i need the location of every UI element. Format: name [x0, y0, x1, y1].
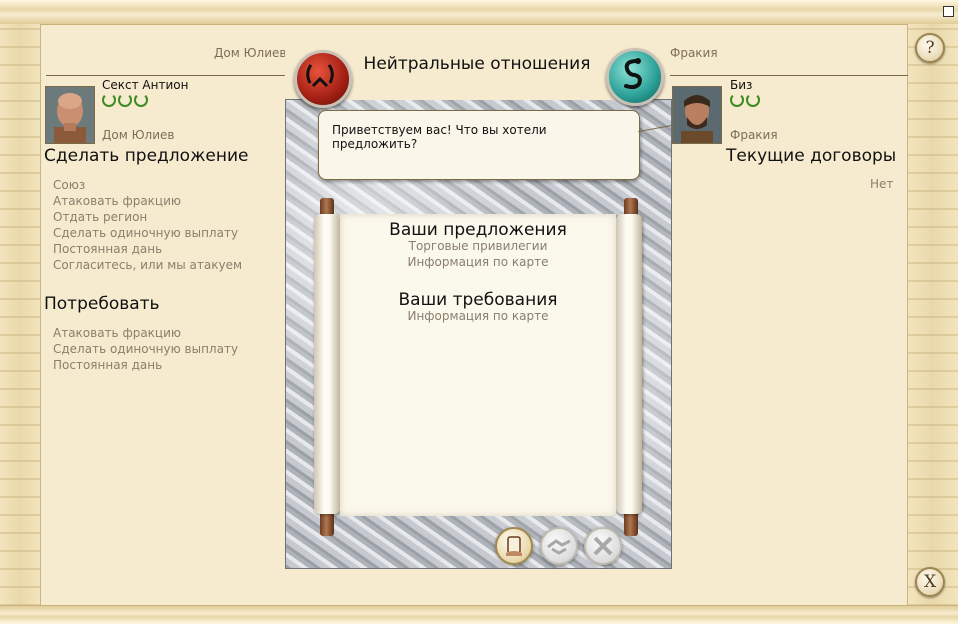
demands-heading: Ваши требования — [398, 290, 558, 310]
player-portrait — [45, 86, 95, 144]
laurel-icon — [746, 93, 760, 107]
proposal-item[interactable]: Торговые привилегии — [340, 239, 616, 253]
right-ornament-border — [907, 24, 958, 606]
right-divider — [670, 75, 908, 76]
close-button[interactable]: X — [915, 567, 945, 597]
help-button[interactable]: ? — [915, 33, 945, 63]
treaties-title: Текущие договоры — [726, 146, 897, 166]
treaties-value: Нет — [870, 177, 894, 191]
window-restore-button[interactable] — [943, 6, 954, 17]
proposal-item[interactable]: Информация по карте — [340, 255, 616, 269]
serpent-icon — [624, 58, 642, 90]
crossed-hands-icon — [593, 536, 613, 556]
laurel-icon — [118, 93, 132, 107]
demand-option[interactable]: Атаковать фракцию — [53, 325, 238, 341]
demand-item[interactable]: Информация по карте — [340, 309, 616, 323]
laurel-wreath-icon — [306, 64, 334, 88]
hand-scroll-icon — [506, 536, 522, 556]
demand-options-list: Атаковать фракцию Сделать одиночную выпл… — [53, 325, 238, 373]
offer-options-list: Союз Атаковать фракцию Отдать регион Сде… — [53, 177, 242, 273]
scroll-roll-right — [616, 214, 642, 514]
laurel-icon — [102, 93, 116, 107]
left-ornament-border — [0, 24, 41, 606]
other-portrait — [672, 86, 722, 144]
left-divider — [46, 75, 286, 76]
demand-option[interactable]: Постоянная дань — [53, 357, 238, 373]
laurel-icon — [134, 93, 148, 107]
speech-text: Приветствуем вас! Что вы хотели предложи… — [332, 123, 547, 151]
window-top-border — [0, 0, 958, 25]
offer-option[interactable]: Постоянная дань — [53, 241, 242, 257]
player-rank-laurels — [102, 93, 150, 110]
scroll-roll-left — [314, 214, 340, 514]
offer-section-title: Сделать предложение — [44, 146, 249, 166]
player-name: Секст Антион — [102, 78, 189, 92]
demand-option[interactable]: Сделать одиночную выплату — [53, 341, 238, 357]
other-faction-label: Фракия — [730, 128, 778, 142]
offer-option[interactable]: Согласитесь, или мы атакуем — [53, 257, 242, 273]
offer-option[interactable]: Союз — [53, 177, 242, 193]
player-faction-label: Дом Юлиев — [102, 128, 175, 142]
player-faction-emblem[interactable] — [294, 50, 352, 108]
handshake-icon — [547, 539, 571, 555]
offer-option[interactable]: Сделать одиночную выплату — [53, 225, 242, 241]
accept-button[interactable] — [540, 527, 578, 565]
other-name: Биз — [730, 78, 753, 92]
relations-title: Нейтральные отношения — [363, 54, 591, 74]
speech-bubble: Приветствуем вас! Что вы хотели предложи… — [318, 110, 640, 180]
demand-section-title: Потребовать — [44, 294, 160, 314]
other-rank-laurels — [730, 93, 762, 110]
player-faction-header: Дом Юлиев — [214, 46, 287, 60]
other-faction-emblem[interactable] — [606, 48, 664, 106]
other-faction-header: Фракия — [670, 46, 718, 60]
offer-option[interactable]: Отдать регион — [53, 209, 242, 225]
reject-button[interactable] — [584, 527, 622, 565]
proposals-heading: Ваши предложения — [389, 220, 567, 240]
window-bottom-border — [0, 605, 958, 624]
offer-option[interactable]: Атаковать фракцию — [53, 193, 242, 209]
laurel-icon — [730, 93, 744, 107]
propose-button[interactable] — [495, 527, 533, 565]
